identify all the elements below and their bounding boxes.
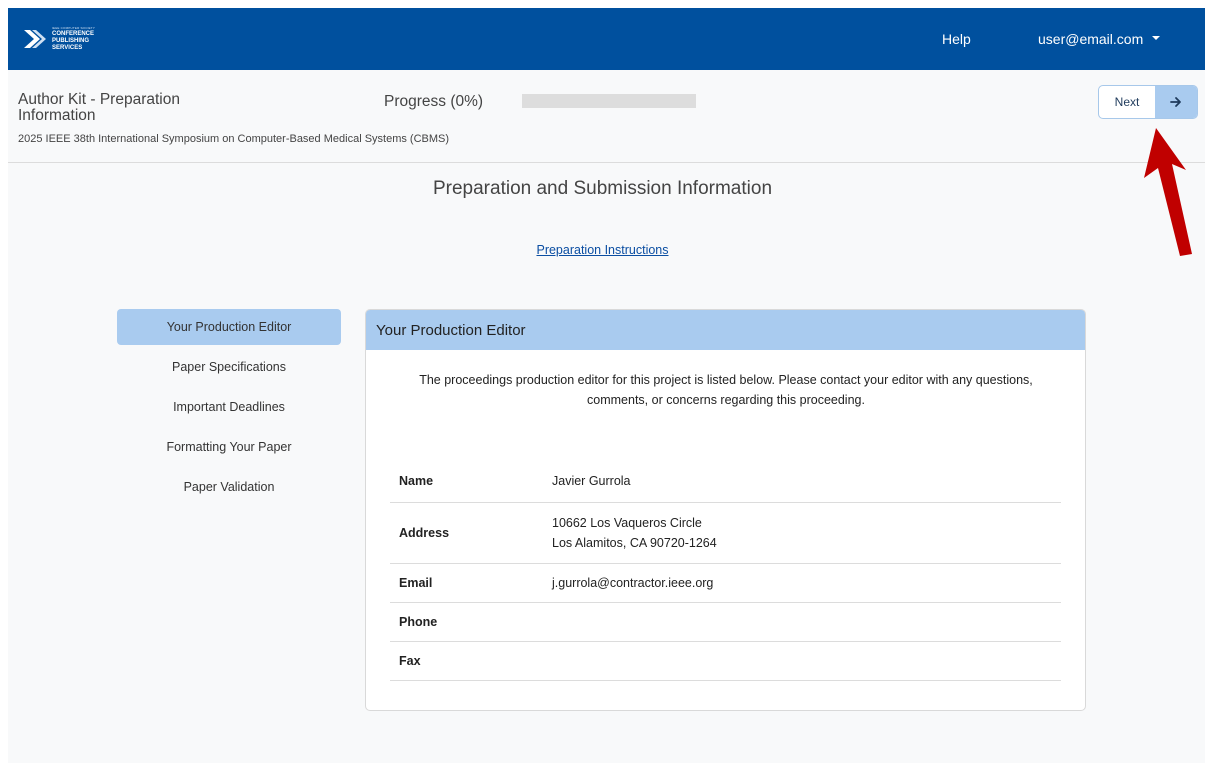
progress-bar bbox=[522, 94, 696, 108]
production-editor-card: Your Production Editor The proceedings p… bbox=[365, 309, 1086, 711]
progress-label: Progress (0%) bbox=[384, 93, 484, 110]
sidebar-nav: Your Production Editor Paper Specificati… bbox=[117, 309, 341, 509]
row-label-name: Name bbox=[399, 474, 434, 488]
annotation-arrow-icon bbox=[1144, 128, 1192, 256]
next-button[interactable]: Next bbox=[1098, 85, 1198, 119]
sidebar-item-formatting-your-paper[interactable]: Formatting Your Paper bbox=[117, 429, 341, 465]
page-header: Author Kit - Preparation Information 202… bbox=[8, 70, 1205, 163]
logo-line-2: PUBLISHING bbox=[52, 38, 90, 44]
help-link[interactable]: Help bbox=[942, 31, 971, 47]
table-row-name: Name Javier Gurrola bbox=[390, 460, 1061, 503]
logo-line-3: SERVICES bbox=[52, 45, 83, 51]
cps-logo[interactable]: IEEE COMPUTER SOCIETY CONFERENCE PUBLISH… bbox=[22, 22, 132, 56]
logo-line-1: CONFERENCE bbox=[52, 31, 95, 37]
editor-info-table: Name Javier Gurrola Address 10662 Los Va… bbox=[390, 460, 1061, 681]
row-label-phone: Phone bbox=[399, 615, 438, 629]
logo-mark-icon bbox=[24, 30, 46, 48]
user-email: user@email.com bbox=[1038, 31, 1144, 47]
table-row-address: Address 10662 Los Vaqueros Circle Los Al… bbox=[390, 503, 1061, 564]
top-nav-bar: IEEE COMPUTER SOCIETY CONFERENCE PUBLISH… bbox=[8, 8, 1205, 70]
row-label-email: Email bbox=[399, 576, 433, 590]
editor-name: Javier Gurrola bbox=[552, 474, 631, 488]
sidebar-item-production-editor[interactable]: Your Production Editor bbox=[117, 309, 341, 345]
sidebar-item-important-deadlines[interactable]: Important Deadlines bbox=[117, 389, 341, 425]
user-menu-dropdown[interactable]: user@email.com bbox=[1038, 31, 1161, 47]
section-title: Preparation and Submission Information bbox=[432, 178, 773, 199]
table-row-email: Email j.gurrola@contractor.ieee.org bbox=[390, 564, 1061, 603]
card-title: Your Production Editor bbox=[366, 310, 1085, 350]
editor-address: 10662 Los Vaqueros Circle Los Alamitos, … bbox=[552, 513, 1061, 553]
sidebar-item-paper-validation[interactable]: Paper Validation bbox=[117, 469, 341, 505]
sidebar-item-paper-specifications[interactable]: Paper Specifications bbox=[117, 349, 341, 385]
card-intro-text: The proceedings production editor for th… bbox=[419, 373, 1033, 407]
preparation-instructions-link: Preparation Instructions bbox=[0, 243, 1205, 257]
preparation-instructions-link-text[interactable]: Preparation Instructions bbox=[536, 243, 668, 257]
logo-society-text: IEEE COMPUTER SOCIETY bbox=[52, 26, 96, 30]
editor-email: j.gurrola@contractor.ieee.org bbox=[552, 576, 714, 590]
table-row-phone: Phone bbox=[390, 603, 1061, 642]
arrow-right-icon bbox=[1170, 97, 1181, 107]
row-label-address: Address bbox=[399, 526, 450, 540]
next-button-label: Next bbox=[1114, 95, 1140, 109]
page-title: Author Kit - Preparation Information bbox=[18, 91, 180, 124]
table-row-fax: Fax bbox=[390, 642, 1061, 681]
conference-name: 2025 IEEE 38th International Symposium o… bbox=[18, 133, 450, 145]
address-line-2: Los Alamitos, CA 90720-1264 bbox=[552, 536, 717, 550]
address-line-1: 10662 Los Vaqueros Circle bbox=[552, 516, 702, 530]
caret-down-icon bbox=[1152, 36, 1161, 40]
row-label-fax: Fax bbox=[399, 654, 421, 668]
next-arrow-segment[interactable] bbox=[1155, 86, 1197, 118]
